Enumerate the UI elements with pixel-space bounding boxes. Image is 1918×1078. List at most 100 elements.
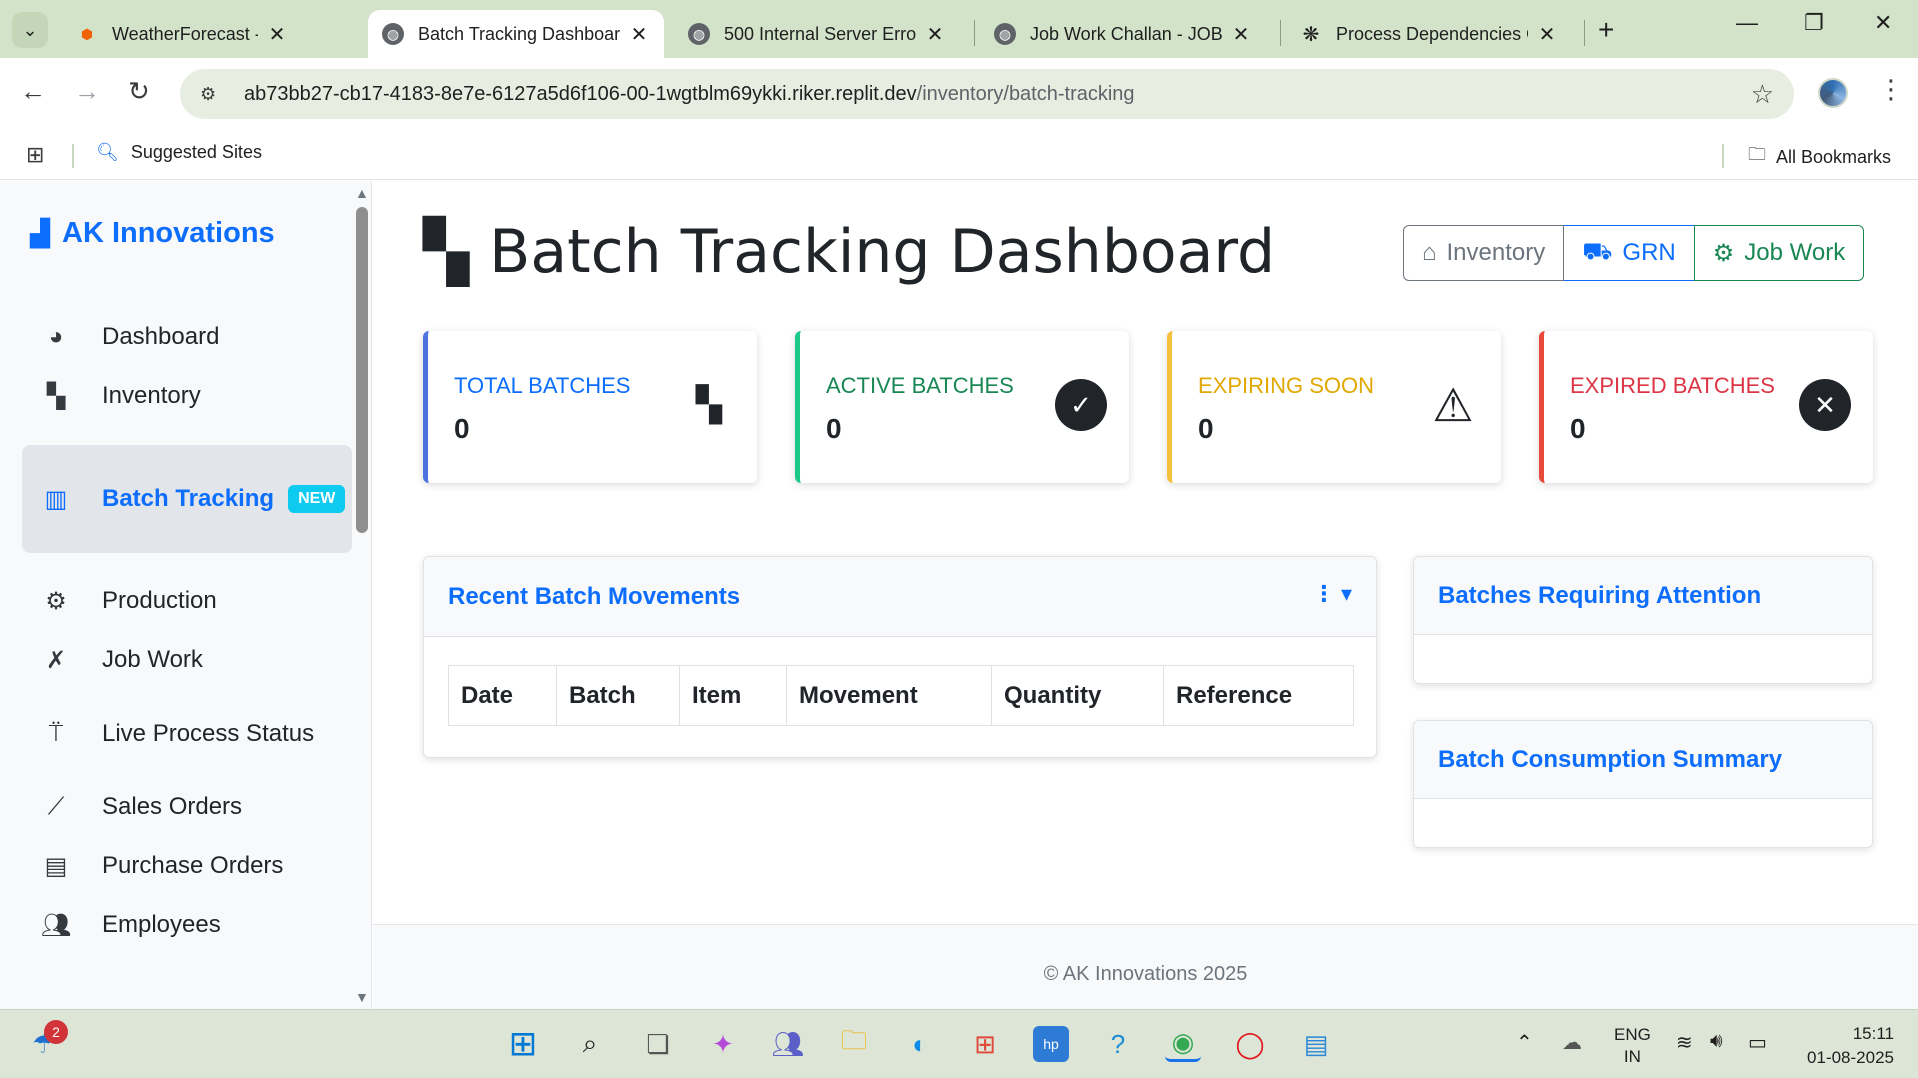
footer-copyright: © AK Innovations 2025 bbox=[1043, 963, 1248, 985]
new-tab-button[interactable]: + bbox=[1598, 14, 1614, 46]
attention-header: Batches Requiring Attention bbox=[1414, 557, 1872, 635]
browser-tab-strip: ⌄ ⬢ WeatherForecast - Replit ✕ ◍ Batch T… bbox=[0, 0, 1918, 58]
grn-button[interactable]: ⛟ GRN bbox=[1564, 225, 1694, 281]
stat-label: EXPIRING SOON bbox=[1198, 373, 1375, 398]
search-icon[interactable]: ⌕ bbox=[572, 1026, 608, 1062]
edge-icon[interactable]: ◐ bbox=[902, 1026, 938, 1062]
task-view-icon[interactable]: ❏ bbox=[640, 1026, 676, 1062]
sidebar-item-inventory[interactable]: ▚ Inventory bbox=[22, 366, 352, 426]
input-language[interactable]: ENG IN bbox=[1614, 1024, 1651, 1068]
column-header[interactable]: Batch bbox=[556, 665, 680, 726]
close-icon[interactable]: ✕ bbox=[1230, 22, 1252, 47]
header-button-group: ⌂ Inventory ⛟ GRN ⚙ Job Work bbox=[1403, 225, 1865, 281]
column-header[interactable]: Quantity bbox=[991, 665, 1164, 726]
url-path: /inventory/batch-tracking bbox=[916, 82, 1135, 105]
close-icon[interactable]: ✕ bbox=[266, 22, 288, 47]
close-icon[interactable]: ✕ bbox=[924, 22, 946, 47]
sidebar-item-label: Batch Tracking bbox=[102, 485, 275, 512]
sidebar-item-dashboard[interactable]: ◕ Dashboard bbox=[22, 307, 352, 367]
microsoft-store-icon[interactable]: ⊞ bbox=[967, 1026, 1003, 1062]
inventory-button[interactable]: ⌂ Inventory bbox=[1403, 225, 1565, 281]
close-icon[interactable]: ✕ bbox=[628, 22, 650, 47]
sidebar-item-batch-tracking[interactable]: ▥ Batch Tracking NEW bbox=[22, 445, 352, 553]
help-icon[interactable]: ? bbox=[1100, 1026, 1136, 1062]
bookmark-star-icon[interactable]: ☆ bbox=[1751, 79, 1774, 110]
teams-icon[interactable]: 👥︎ bbox=[770, 1026, 806, 1062]
column-header[interactable]: Reference bbox=[1163, 665, 1354, 726]
browser-menu-icon[interactable]: ⋮ bbox=[1878, 74, 1904, 105]
back-icon[interactable]: ← bbox=[20, 76, 46, 107]
language-label: ENG bbox=[1614, 1025, 1651, 1044]
users-icon: 👥︎ bbox=[40, 911, 72, 939]
minimize-icon[interactable]: — bbox=[1736, 10, 1758, 36]
scroll-up-icon[interactable]: ▲ bbox=[355, 185, 369, 201]
column-header[interactable]: Item bbox=[679, 665, 787, 726]
window-close-icon[interactable]: ✕ bbox=[1874, 10, 1892, 36]
column-header[interactable]: Date bbox=[448, 665, 557, 726]
wifi-icon[interactable]: ≋ bbox=[1676, 1030, 1693, 1055]
opera-icon[interactable]: ◯ bbox=[1232, 1026, 1268, 1062]
restore-icon[interactable]: ❐ bbox=[1804, 10, 1824, 36]
battery-icon[interactable]: ▭ bbox=[1748, 1030, 1767, 1055]
tab-process-dependencies[interactable]: ❋ Process Dependencies Ov ✕ bbox=[1286, 10, 1572, 58]
consumption-title: Batch Consumption Summary bbox=[1438, 745, 1783, 773]
close-icon[interactable]: ✕ bbox=[1536, 22, 1558, 47]
tab-weatherforecast[interactable]: ⬢ WeatherForecast - Replit ✕ bbox=[62, 10, 302, 58]
brand-logo[interactable]: ▟ AK Innovations bbox=[30, 217, 275, 250]
onedrive-icon[interactable]: ☁ bbox=[1562, 1030, 1582, 1055]
tab-server-error[interactable]: ◍ 500 Internal Server Error ✕ bbox=[674, 10, 960, 58]
tab-search-button[interactable]: ⌄ bbox=[12, 12, 48, 48]
reload-icon[interactable]: ↻ bbox=[128, 76, 150, 107]
column-header[interactable]: Movement bbox=[786, 665, 992, 726]
windows-start-icon[interactable]: ⊞ bbox=[505, 1025, 541, 1063]
consumption-header: Batch Consumption Summary bbox=[1414, 721, 1872, 799]
address-bar[interactable]: ⚙ ab73bb27-cb17-4183-8e7e-6127a5d6f106-0… bbox=[180, 69, 1794, 119]
main-content: ▚ Batch Tracking Dashboard ⌂ Inventory ⛟… bbox=[373, 181, 1918, 1009]
volume-icon[interactable]: 🔊︎ bbox=[1710, 1030, 1723, 1053]
suggested-sites-label: Suggested Sites bbox=[130, 142, 262, 162]
palette-icon: ◕ bbox=[48, 323, 64, 350]
file-explorer-icon[interactable]: 🗀 bbox=[836, 1025, 872, 1062]
url-text[interactable]: ab73bb27-cb17-4183-8e7e-6127a5d6f106-00-… bbox=[244, 83, 1135, 106]
apps-grid-icon[interactable]: ⊞ bbox=[26, 142, 44, 168]
stat-value: 0 bbox=[826, 413, 842, 444]
tab-title: Job Work Challan - JOB-2 bbox=[1030, 23, 1222, 44]
show-hidden-icons[interactable]: ⌃ bbox=[1516, 1030, 1533, 1055]
forward-icon[interactable]: → bbox=[74, 76, 100, 107]
myhp-icon[interactable]: hp bbox=[1033, 1026, 1069, 1062]
tab-job-work-challan[interactable]: ◍ Job Work Challan - JOB-2 ✕ bbox=[980, 10, 1266, 58]
system-clock[interactable]: 15:11 01-08-2025 bbox=[1798, 1022, 1894, 1070]
stat-label: TOTAL BATCHES bbox=[454, 373, 631, 398]
card-menu-dropdown[interactable]: ⋮ ▾ bbox=[1313, 581, 1352, 607]
sidebar-item-production[interactable]: ⚙ Production bbox=[22, 571, 352, 631]
clock-date: 01-08-2025 bbox=[1807, 1048, 1894, 1067]
sidebar-item-live-process-status[interactable]: ⍡ Live Process Status bbox=[22, 704, 352, 764]
job-work-button[interactable]: ⚙ Job Work bbox=[1693, 225, 1865, 281]
scrollbar-thumb[interactable] bbox=[356, 207, 368, 533]
copilot-icon[interactable]: ✦ bbox=[705, 1026, 741, 1062]
url-host: ab73bb27-cb17-4183-8e7e-6127a5d6f106-00-… bbox=[244, 82, 917, 105]
sidebar-item-label: Dashboard bbox=[102, 323, 220, 350]
notepad-icon[interactable]: ▤ bbox=[1298, 1026, 1334, 1062]
site-settings-icon[interactable]: ⚙ bbox=[200, 84, 228, 105]
sidebar-item-sales-orders[interactable]: ⟋ Sales Orders bbox=[22, 777, 352, 837]
stat-card-expired-batches: EXPIRED BATCHES 0 ✕ bbox=[1539, 331, 1873, 483]
sidebar-item-job-work[interactable]: ✗ Job Work bbox=[22, 630, 352, 690]
bookmark-separator bbox=[72, 144, 74, 168]
sidebar-item-purchase-orders[interactable]: ▤ Purchase Orders bbox=[22, 836, 352, 896]
globe-icon: ◍ bbox=[994, 23, 1016, 45]
industry-icon: ▟ bbox=[30, 218, 50, 248]
scroll-down-icon[interactable]: ▼ bbox=[355, 989, 369, 1005]
stat-card-active-batches: ACTIVE BATCHES 0 ✓ bbox=[795, 331, 1129, 483]
suggested-sites-link[interactable]: 🔍︎ Suggested Sites bbox=[96, 142, 262, 163]
sidebar-item-employees[interactable]: 👥︎ Employees bbox=[22, 895, 352, 955]
stat-card-total-batches: TOTAL BATCHES 0 ▚ bbox=[423, 331, 757, 483]
replit-icon: ⬢ bbox=[80, 25, 94, 42]
profile-avatar[interactable] bbox=[1818, 78, 1848, 108]
cogs-icon: ⚙ bbox=[45, 587, 67, 615]
tab-batch-tracking[interactable]: ◍ Batch Tracking Dashboard ✕ bbox=[368, 10, 664, 58]
all-bookmarks-link[interactable]: 🗀 All Bookmarks bbox=[1748, 142, 1891, 172]
chrome-icon[interactable]: ◉ bbox=[1165, 1026, 1201, 1062]
stat-value: 0 bbox=[454, 413, 470, 444]
stat-label: ACTIVE BATCHES bbox=[826, 373, 1014, 398]
